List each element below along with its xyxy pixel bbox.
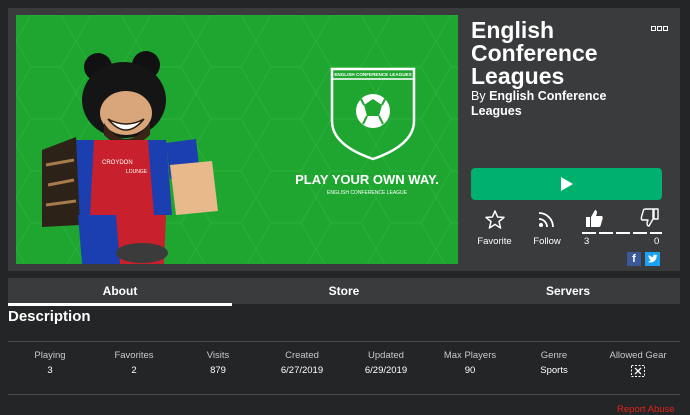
stat-max-players: Max Players 90 (428, 350, 512, 382)
facebook-share-icon[interactable]: f (627, 252, 641, 266)
stat-favorites: Favorites 2 (92, 350, 176, 382)
stat-label: Created (285, 350, 319, 361)
upvote-count: 3 (584, 236, 590, 247)
genre-link[interactable]: Sports (512, 365, 596, 376)
thumbnail-sub-slogan: ENGLISH CONFERENCE LEAGUE (327, 190, 408, 196)
game-tabs: About Store Servers (8, 278, 680, 306)
stat-updated: Updated 6/29/2019 (344, 350, 428, 382)
stat-value: 879 (210, 365, 226, 376)
downvote-count: 0 (654, 236, 660, 247)
stat-label: Genre (540, 350, 568, 361)
creator-link[interactable]: English Conference Leagues (471, 89, 606, 118)
stat-value: 3 (47, 365, 53, 376)
description-heading: Description (8, 308, 91, 325)
game-stats: Playing 3 Favorites 2 Visits 879 Created… (8, 350, 680, 382)
stats-divider (8, 394, 680, 395)
stat-value: 2 (131, 365, 137, 376)
stat-label: Visits (206, 350, 230, 361)
stat-value: 6/29/2019 (364, 365, 408, 376)
game-thumbnail: CROYDON LOUNGE ENGLISH CONFERENCE LEAGUE… (16, 15, 458, 264)
more-options-icon[interactable] (651, 26, 669, 32)
thumbnail-slogan: PLAY YOUR OWN WAY. (295, 172, 439, 187)
tab-store[interactable]: Store (232, 278, 456, 304)
by-prefix: By (471, 89, 486, 103)
follow-label: Follow (533, 236, 561, 247)
stat-value: 6/27/2019 (280, 365, 324, 376)
thumbs-up-icon[interactable] (584, 208, 604, 228)
report-abuse-link[interactable]: Report Abuse (617, 404, 675, 415)
tab-servers[interactable]: Servers (456, 278, 680, 304)
thumbnail-artwork: CROYDON LOUNGE ENGLISH CONFERENCE LEAGUE… (16, 15, 458, 264)
stat-label: Updated (368, 350, 404, 361)
stat-label: Max Players (443, 350, 497, 361)
stat-visits: Visits 879 (176, 350, 260, 382)
stat-created: Created 6/27/2019 (260, 350, 344, 382)
stat-label: Favorites (114, 350, 154, 361)
stat-label: Playing (34, 350, 66, 361)
thumbs-down-icon[interactable] (640, 208, 660, 228)
twitter-share-icon[interactable] (645, 252, 660, 266)
tab-about[interactable]: About (8, 278, 232, 306)
stat-value: 90 (464, 365, 476, 376)
favorite-label: Favorite (477, 236, 512, 247)
description-divider (8, 341, 680, 342)
follow-button[interactable]: Follow (525, 210, 569, 247)
shirt-text-1: CROYDON (102, 160, 133, 166)
play-icon (560, 177, 573, 191)
creator-line: By English Conference Leagues (471, 89, 641, 119)
play-button[interactable] (471, 168, 662, 200)
shirt-text-2: LOUNGE (126, 169, 148, 175)
vote-area: 3 0 (582, 208, 662, 248)
stat-allowed-gear: Allowed Gear (596, 350, 680, 382)
stat-label: Allowed Gear (609, 350, 667, 361)
favorite-button[interactable]: Favorite (472, 210, 517, 247)
stat-playing: Playing 3 (8, 350, 92, 382)
no-gear-icon (631, 365, 645, 377)
badge-text: ENGLISH CONFERENCE LEAGUES (334, 72, 411, 77)
star-icon (484, 210, 505, 229)
game-title: English Conference Leagues (471, 17, 598, 89)
vote-ratio-bar (582, 232, 662, 234)
stat-genre: Genre Sports (512, 350, 596, 382)
follow-signal-icon (538, 212, 554, 228)
